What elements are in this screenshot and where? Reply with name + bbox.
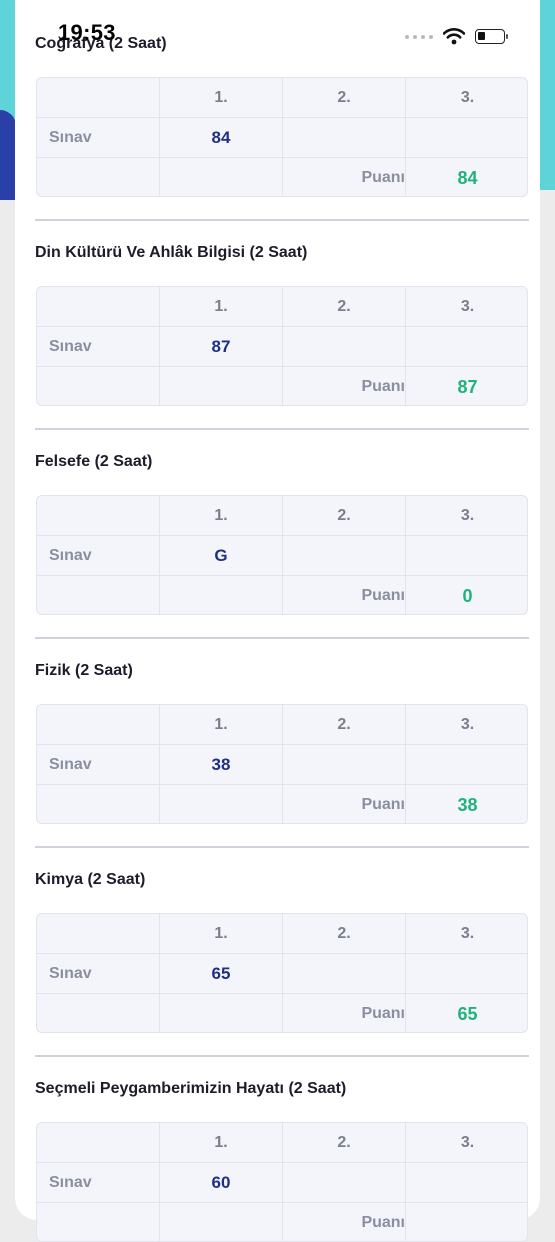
score-label: Puanı: [283, 1203, 406, 1241]
exam-header-3: 3.: [406, 78, 527, 118]
exam-header-3: 3.: [406, 705, 527, 745]
background-accent-left-blue: [0, 110, 16, 200]
exam-score-1: 60: [160, 1163, 283, 1203]
grade-table: 1. 2. 3. Sınav 87 Puanı 87: [36, 286, 528, 406]
empty-cell: [160, 785, 283, 823]
section-divider: [35, 428, 529, 430]
exam-score-2: [283, 1163, 406, 1203]
course-title: Kimya (2 Saat): [35, 871, 146, 888]
exam-header-2: 2.: [283, 496, 406, 536]
empty-cell: [160, 576, 283, 614]
grade-table: 1. 2. 3. Sınav 84 Puanı 84: [36, 77, 528, 197]
empty-cell: [37, 994, 160, 1032]
exam-score-1: 84: [160, 118, 283, 158]
empty-cell: [37, 367, 160, 405]
section-divider: [35, 846, 529, 848]
total-score: 87: [457, 376, 478, 397]
exam-header-2: 2.: [283, 287, 406, 327]
section-divider: [35, 637, 529, 639]
status-icons: [405, 28, 508, 45]
empty-cell: [160, 994, 283, 1032]
exam-header-1: 1.: [160, 914, 283, 954]
grade-table: 1. 2. 3. Sınav 65 Puanı 65: [36, 913, 528, 1033]
exam-row-label: Sınav: [37, 327, 160, 367]
exam-header-1: 1.: [160, 1123, 283, 1163]
exam-score-3: [406, 954, 527, 994]
empty-cell: [160, 158, 283, 196]
exam-header-3: 3.: [406, 496, 527, 536]
exam-score-1: 38: [160, 745, 283, 785]
status-time: 19:53: [58, 20, 116, 45]
signal-dots-icon: [405, 34, 433, 39]
exam-header-1: 1.: [160, 705, 283, 745]
course-title: Fizik (2 Saat): [35, 662, 133, 679]
empty-cell: [160, 1203, 283, 1241]
battery-icon: [475, 29, 508, 44]
course-title: Felsefe (2 Saat): [35, 453, 153, 470]
exam-score-2: [283, 954, 406, 994]
exam-score-2: [283, 327, 406, 367]
exam-header-3: 3.: [406, 1123, 527, 1163]
total-score: 65: [457, 1003, 478, 1024]
score-label: Puanı: [283, 785, 406, 823]
exam-score-3: [406, 327, 527, 367]
exam-header-1: 1.: [160, 496, 283, 536]
exam-header-2: 2.: [283, 78, 406, 118]
empty-cell: [160, 367, 283, 405]
exam-header-3: 3.: [406, 914, 527, 954]
exam-row-label: Sınav: [37, 118, 160, 158]
exam-header-2: 2.: [283, 705, 406, 745]
exam-row-label: Sınav: [37, 536, 160, 576]
score-label: Puanı: [283, 158, 406, 196]
exam-score-3: [406, 536, 527, 576]
exam-score-2: [283, 745, 406, 785]
exam-header-1: 1.: [160, 287, 283, 327]
grade-table: 1. 2. 3. Sınav G Puanı 0: [36, 495, 528, 615]
exam-row-label: Sınav: [37, 1163, 160, 1203]
wifi-icon: [443, 28, 465, 45]
total-score: 38: [457, 794, 478, 815]
score-label: Puanı: [283, 367, 406, 405]
total-score: [406, 1203, 527, 1241]
empty-cell: [37, 1203, 160, 1241]
exam-score-1: 87: [160, 327, 283, 367]
header-empty-cell: [37, 78, 160, 118]
header-empty-cell: [37, 1123, 160, 1163]
total-score: 84: [457, 167, 478, 188]
exam-row-label: Sınav: [37, 954, 160, 994]
course-title: Din Kültürü Ve Ahlâk Bilgisi (2 Saat): [35, 244, 308, 261]
exam-header-2: 2.: [283, 1123, 406, 1163]
exam-header-3: 3.: [406, 287, 527, 327]
exam-row-label: Sınav: [37, 745, 160, 785]
header-empty-cell: [37, 287, 160, 327]
exam-score-2: [283, 536, 406, 576]
empty-cell: [37, 158, 160, 196]
empty-cell: [37, 785, 160, 823]
grade-table: 1. 2. 3. Sınav 60 Puanı: [36, 1122, 528, 1242]
exam-score-3: [406, 118, 527, 158]
header-empty-cell: [37, 705, 160, 745]
header-empty-cell: [37, 496, 160, 536]
exam-score-3: [406, 1163, 527, 1203]
exam-header-1: 1.: [160, 78, 283, 118]
grade-table: 1. 2. 3. Sınav 38 Puanı 38: [36, 704, 528, 824]
course-title: Seçmeli Peygamberimizin Hayatı (2 Saat): [35, 1080, 347, 1097]
header-empty-cell: [37, 914, 160, 954]
exam-score-1: G: [160, 536, 283, 576]
exam-score-3: [406, 745, 527, 785]
exam-header-2: 2.: [283, 914, 406, 954]
section-divider: [35, 1055, 529, 1057]
section-divider: [35, 219, 529, 221]
total-score: 0: [462, 585, 473, 606]
empty-cell: [37, 576, 160, 614]
exam-score-2: [283, 118, 406, 158]
exam-score-1: 65: [160, 954, 283, 994]
score-label: Puanı: [283, 576, 406, 614]
score-label: Puanı: [283, 994, 406, 1032]
